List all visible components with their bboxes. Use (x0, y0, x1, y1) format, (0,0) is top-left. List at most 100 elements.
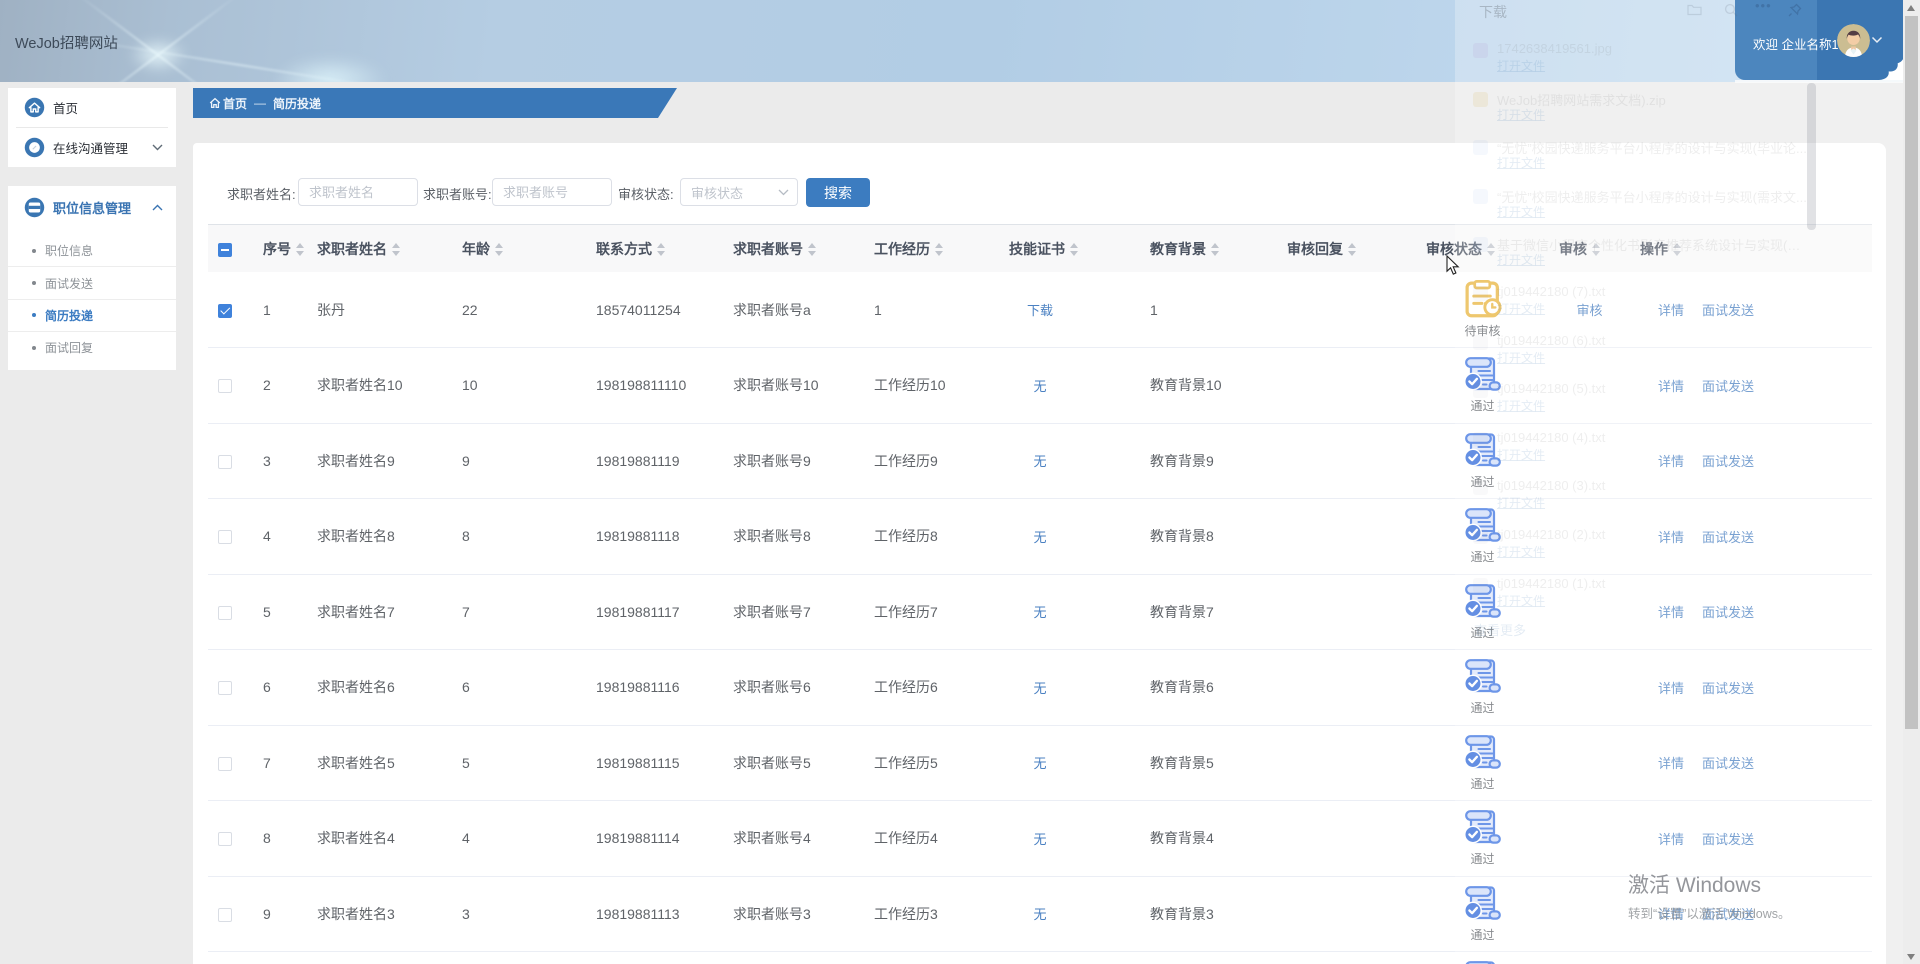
send-interview-link[interactable]: 面试发送 (1702, 530, 1754, 545)
sort-icon[interactable] (1211, 242, 1220, 257)
sort-icon[interactable] (1070, 242, 1079, 257)
detail-link[interactable]: 详情 (1658, 605, 1684, 620)
send-interview-link[interactable]: 面试发送 (1702, 907, 1754, 922)
sort-icon[interactable] (935, 242, 944, 257)
skill-link[interactable]: 无 (1033, 907, 1046, 922)
cell-account: 求职者账号2 (723, 951, 864, 964)
column-header-工作经历[interactable]: 工作经历 (864, 224, 999, 272)
detail-link[interactable]: 详情 (1658, 303, 1684, 318)
row-checkbox[interactable] (218, 756, 232, 771)
row-checkbox[interactable] (218, 379, 232, 394)
row-checkbox[interactable] (218, 605, 232, 620)
sidebar-subitem-面试发送[interactable]: 面试发送 (8, 266, 176, 298)
send-interview-link[interactable]: 面试发送 (1702, 303, 1754, 318)
detail-link[interactable]: 详情 (1658, 379, 1684, 394)
sort-icon[interactable] (1348, 242, 1357, 257)
cell-phone: 198198811110 (586, 347, 723, 424)
breadcrumb-home[interactable]: 首页 (223, 95, 247, 112)
send-interview-link[interactable]: 面试发送 (1702, 832, 1754, 847)
detail-link[interactable]: 详情 (1658, 681, 1684, 696)
skill-link[interactable]: 无 (1033, 379, 1046, 394)
search-button[interactable]: 搜索 (806, 178, 870, 207)
row-checkbox[interactable] (218, 530, 232, 545)
detail-link[interactable]: 详情 (1658, 832, 1684, 847)
cell-operations: 详情 面试发送 (1630, 876, 1872, 952)
table-row: 7 求职者姓名5 5 19819881115 求职者账号5 工作经历5 无 教育背景5 通过 详情… (208, 725, 1872, 801)
skill-link[interactable]: 无 (1033, 832, 1046, 847)
sidebar-subitem-面试回复[interactable]: 面试回复 (8, 331, 176, 363)
detail-link[interactable]: 详情 (1658, 530, 1684, 545)
sort-icon[interactable] (808, 242, 817, 257)
skill-link[interactable]: 无 (1033, 454, 1046, 469)
cell-skill: 无 (999, 498, 1140, 575)
row-checkbox[interactable] (218, 907, 232, 922)
cell-account: 求职者账号6 (723, 649, 864, 726)
search-bar: 求职者姓名: 求职者账号: 审核状态: 审核状态 搜索 (193, 178, 1886, 207)
browser-scrollbar[interactable] (1903, 0, 1920, 964)
column-header-操作[interactable]: 操作 (1630, 224, 1872, 272)
row-checkbox[interactable] (218, 454, 232, 469)
column-header-序号[interactable]: 序号 (253, 224, 307, 272)
send-interview-link[interactable]: 面试发送 (1702, 756, 1754, 771)
send-interview-link[interactable]: 面试发送 (1702, 681, 1754, 696)
column-header-求职者姓名[interactable]: 求职者姓名 (307, 224, 452, 272)
chevron-up-icon (152, 204, 163, 210)
row-checkbox[interactable] (218, 832, 232, 847)
sort-icon[interactable] (296, 242, 305, 257)
sidebar-subitem-职位信息[interactable]: 职位信息 (8, 235, 176, 266)
scrollbar-thumb[interactable] (1905, 16, 1918, 729)
table-row: 6 求职者姓名6 6 19819881116 求职者账号6 工作经历6 无教育背景6 通过 详情… (208, 649, 1872, 726)
skill-link[interactable]: 无 (1033, 681, 1046, 696)
sort-icon[interactable] (1487, 242, 1496, 257)
cell-name: 求职者姓名7 (307, 574, 452, 650)
sort-icon[interactable] (495, 242, 504, 257)
cell-name: 求职者姓名3 (307, 876, 452, 952)
cell-name: 张丹 (307, 272, 452, 348)
avatar[interactable] (1837, 24, 1870, 57)
select-all-checkbox[interactable] (218, 242, 232, 257)
column-header-审核[interactable]: 审核 (1549, 224, 1630, 272)
sort-icon[interactable] (1592, 242, 1601, 257)
sort-icon[interactable] (1673, 242, 1682, 257)
row-checkbox[interactable] (218, 303, 232, 318)
send-interview-link[interactable]: 面试发送 (1702, 454, 1754, 469)
column-header-教育背景[interactable]: 教育背景 (1140, 224, 1277, 272)
skill-link[interactable]: 下载 (1027, 303, 1053, 318)
chevron-down-icon (152, 144, 163, 151)
skill-link[interactable]: 无 (1033, 530, 1046, 545)
column-header-技能证书[interactable]: 技能证书 (999, 224, 1140, 272)
send-interview-link[interactable]: 面试发送 (1702, 379, 1754, 394)
scroll-down-arrow[interactable] (1907, 954, 1915, 960)
send-interview-link[interactable]: 面试发送 (1702, 605, 1754, 620)
column-header-求职者账号[interactable]: 求职者账号 (723, 224, 864, 272)
sidebar-item-job-mgmt[interactable]: 职位信息管理 (8, 186, 176, 228)
detail-link[interactable]: 详情 (1658, 756, 1684, 771)
skill-link[interactable]: 无 (1033, 605, 1046, 620)
sort-icon[interactable] (392, 242, 401, 257)
cell-status: 通过 (1416, 876, 1549, 952)
status-select[interactable]: 审核状态 (680, 178, 798, 206)
sidebar-item-home[interactable]: 首页 (8, 88, 176, 127)
sidebar-item-comm[interactable]: 在线沟通管理 (8, 128, 176, 167)
column-header-联系方式[interactable]: 联系方式 (586, 224, 723, 272)
sidebar-subitem-简历投递[interactable]: 简历投递 (8, 298, 176, 331)
chevron-down-icon[interactable] (1871, 36, 1883, 44)
search-account-input[interactable] (492, 178, 612, 206)
detail-link[interactable]: 详情 (1658, 907, 1684, 922)
open-file-link[interactable]: 打开文件 (1497, 106, 1545, 123)
search-name-label: 求职者姓名: (227, 187, 296, 202)
column-header-审核状态[interactable]: 审核状态 (1416, 224, 1549, 272)
column-header-年龄[interactable]: 年龄 (452, 224, 586, 272)
column-header-审核回复[interactable]: 审核回复 (1277, 224, 1416, 272)
scroll-up-arrow[interactable] (1907, 5, 1915, 11)
skill-link[interactable]: 无 (1033, 756, 1046, 771)
status-passed-icon (1463, 659, 1501, 693)
review-link[interactable]: 审核 (1576, 303, 1602, 318)
cell-phone: 18574011254 (586, 272, 723, 348)
row-checkbox[interactable] (218, 681, 232, 696)
detail-link[interactable]: 详情 (1658, 454, 1684, 469)
cell-skill: 无 (999, 649, 1140, 726)
search-name-input[interactable] (298, 178, 418, 206)
user-box[interactable]: 欢迎 企业名称1 (1735, 0, 1903, 80)
sort-icon[interactable] (657, 242, 666, 257)
